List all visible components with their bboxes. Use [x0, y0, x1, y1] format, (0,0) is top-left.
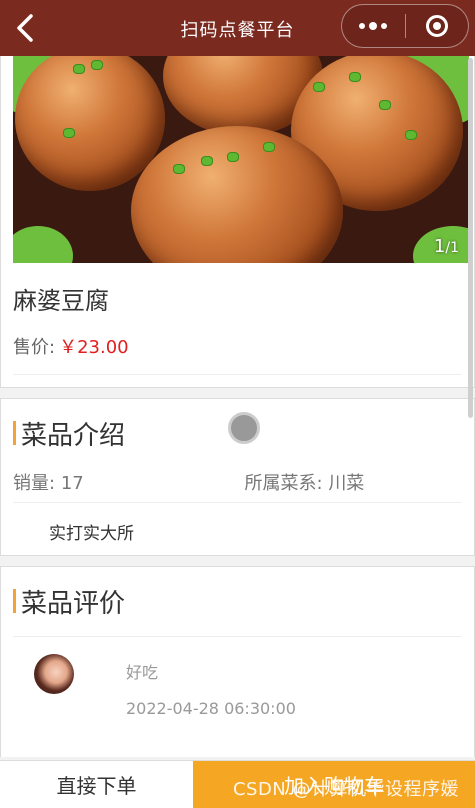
scrollbar[interactable]: [468, 58, 473, 418]
bottom-action-bar: 直接下单 加入购物车 CSDN @计算机毕设程序媛: [0, 760, 475, 808]
watermark-text: CSDN @计算机毕设程序媛: [232, 779, 459, 800]
category-value: 川菜: [328, 473, 365, 494]
price-row: 售价: ￥23.00: [13, 325, 462, 375]
add-to-cart-button[interactable]: 加入购物车 CSDN @计算机毕设程序媛: [193, 761, 475, 808]
sales-cell: 销量: 17: [13, 469, 231, 502]
price-label: 售价:: [13, 337, 56, 358]
dish-name: 麻婆豆腐: [13, 287, 109, 315]
review-item: 好吃 2022-04-28 06:30:00: [1, 637, 474, 747]
floating-assist-button[interactable]: [228, 412, 260, 444]
image-counter: 1/1: [433, 236, 459, 257]
review-time: 2022-04-28 06:30:00: [126, 699, 296, 718]
reviews-title: 菜品评价: [13, 567, 462, 637]
more-dots-icon[interactable]: [342, 5, 405, 47]
price-value: ￥23.00: [59, 337, 129, 358]
sales-value: 17: [60, 473, 84, 494]
top-navbar: 扫码点餐平台: [0, 0, 475, 56]
sales-label: 销量:: [13, 473, 56, 494]
order-now-button[interactable]: 直接下单: [0, 761, 193, 808]
page-content: 1/1 麻婆豆腐 售价: ￥23.00 菜品介绍 销量: 17 所属菜系: 川菜 …: [0, 56, 475, 760]
reviews-section: 菜品评价 好吃 2022-04-28 06:30:00: [0, 567, 475, 757]
dish-description: 实打实大所: [49, 524, 134, 544]
mini-program-capsule: [341, 4, 469, 48]
review-text: 好吃: [126, 663, 159, 682]
section-divider: [0, 555, 475, 567]
dish-card: 1/1 麻婆豆腐 售价: ￥23.00: [0, 56, 475, 387]
avatar: [34, 654, 74, 694]
category-label: 所属菜系:: [244, 473, 323, 494]
section-divider: [0, 387, 475, 399]
target-icon[interactable]: [405, 5, 468, 47]
dish-stats-row: 销量: 17 所属菜系: 川菜: [13, 469, 462, 503]
dish-image-carousel[interactable]: 1/1: [13, 56, 469, 263]
category-cell: 所属菜系: 川菜: [231, 469, 463, 502]
